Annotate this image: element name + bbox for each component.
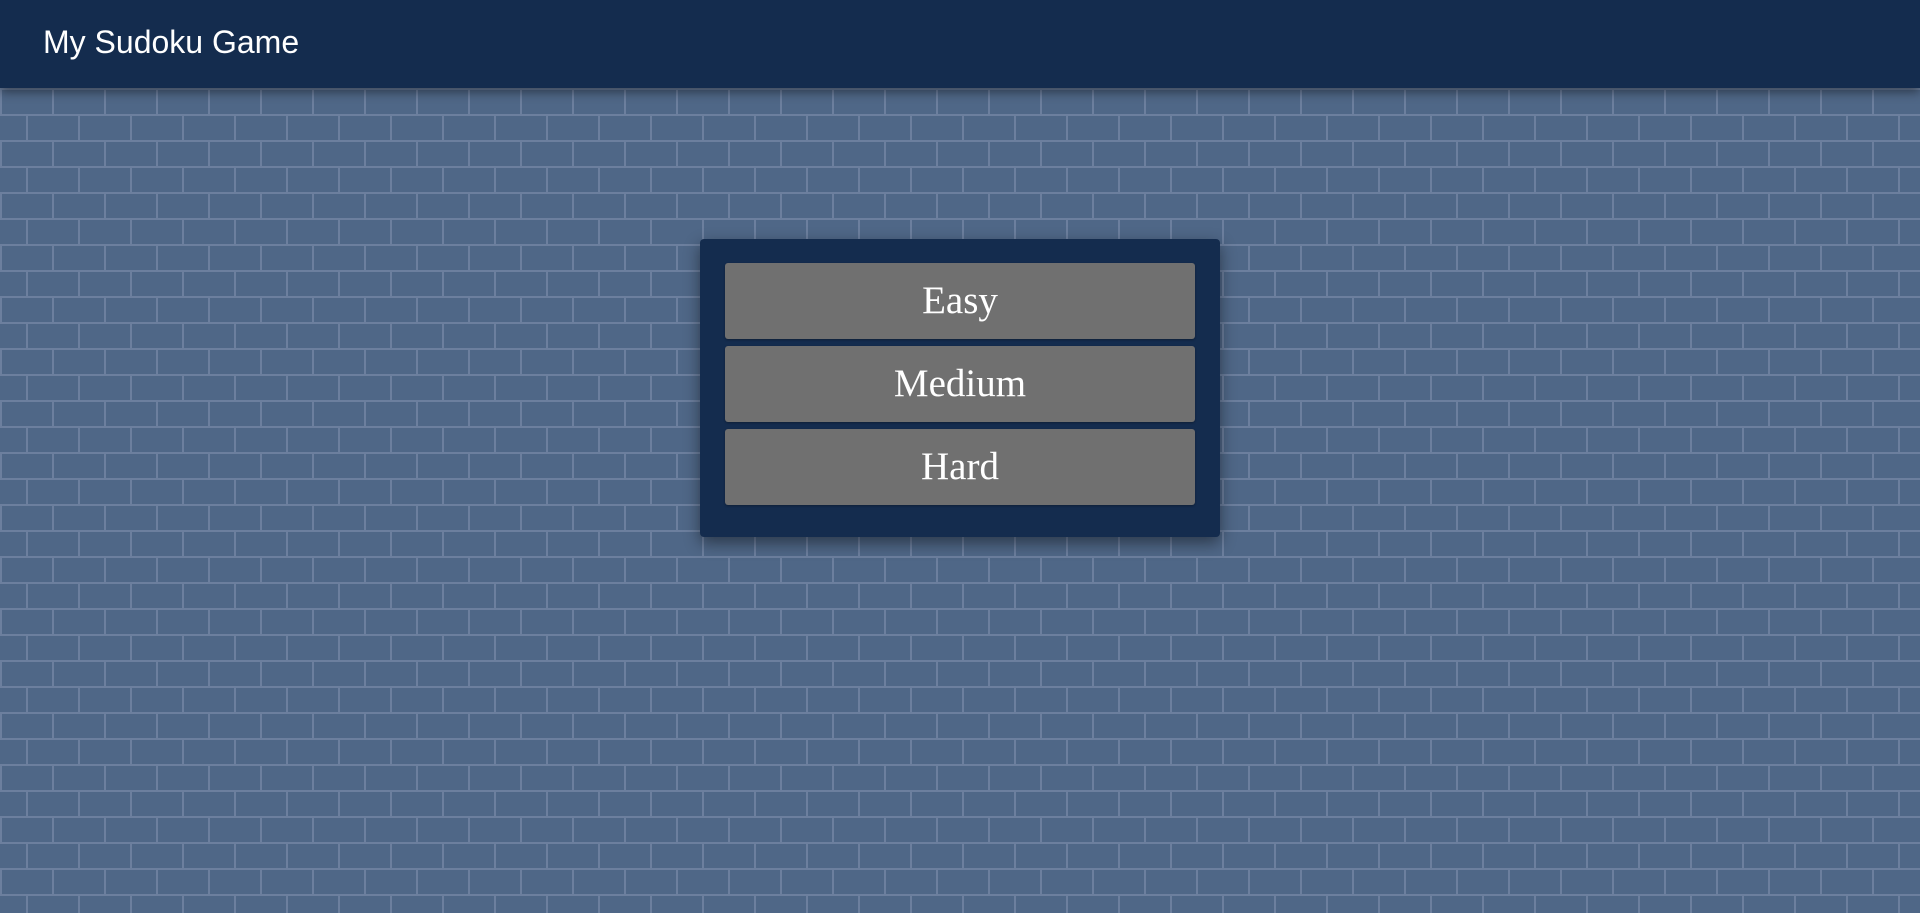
medium-button[interactable]: Medium [725,346,1195,422]
easy-button[interactable]: Easy [725,263,1195,339]
difficulty-menu: Easy Medium Hard [700,239,1220,537]
hard-button[interactable]: Hard [725,429,1195,505]
app-title: My Sudoku Game [43,24,300,60]
app-header: My Sudoku Game [0,0,1920,88]
